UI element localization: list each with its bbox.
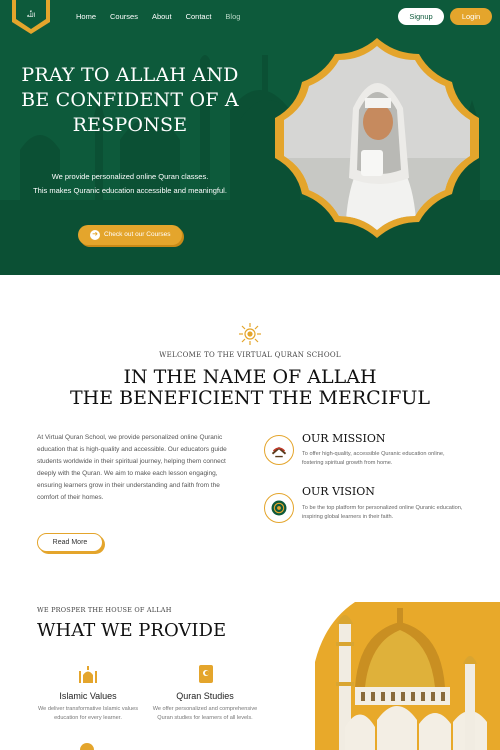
logo[interactable]: اللّٰه — [10, 0, 52, 34]
nav-courses[interactable]: Courses — [110, 12, 138, 21]
hero-title: PRAY TO ALLAH AND BE CONFIDENT OF A RESP… — [21, 64, 239, 136]
mosque-icon — [79, 666, 97, 683]
provide-kicker: WE PROSPER THE HOUSE OF ALLAH — [37, 606, 172, 614]
islamic-emblem-icon — [264, 493, 294, 523]
check-courses-label: Check out our Courses — [104, 231, 171, 238]
partial-service-icon — [80, 743, 94, 750]
hero-section: اللّٰه Home Courses About Contact Blog S… — [0, 0, 500, 275]
welcome-title-line-2: THE BENEFICIENT THE MERCIFUL — [69, 387, 431, 409]
vision-text: To be the top platform for personalized … — [302, 505, 463, 520]
provide-title: WHAT WE PROVIDE — [37, 620, 227, 641]
nav-contact[interactable]: Contact — [186, 12, 212, 21]
mission-title: OUR MISSION — [302, 432, 386, 445]
logo-text: اللّٰه — [27, 10, 36, 19]
service-title-quran-studies: Quran Studies — [176, 691, 234, 701]
arrow-right-icon: ➜ — [90, 230, 100, 240]
vision-title: OUR VISION — [302, 485, 375, 498]
service-text-quran-studies: We offer personalized and comprehensive … — [152, 706, 258, 721]
service-text-islamic-values: We deliver transformative Islamic values… — [38, 706, 138, 721]
top-navigation: اللّٰه Home Courses About Contact Blog S… — [0, 0, 500, 34]
login-button[interactable]: Login — [450, 8, 492, 25]
nav-links: Home Courses About Contact Blog — [76, 12, 254, 21]
quran-stand-icon — [264, 435, 294, 465]
hero-portrait-frame — [275, 38, 479, 238]
welcome-title-line-1: IN THE NAME OF ALLAH — [123, 366, 377, 388]
hero-subtitle-line-1: We provide personalized online Quran cla… — [51, 172, 209, 181]
nav-about[interactable]: About — [152, 12, 172, 21]
intro-paragraph: At Virtual Quran School, we provide pers… — [37, 434, 227, 501]
signup-button[interactable]: Signup — [398, 8, 444, 25]
golden-mosque-illustration — [315, 602, 500, 750]
sun-ornament-icon — [239, 323, 261, 345]
service-title-islamic-values: Islamic Values — [59, 691, 117, 701]
read-more-button[interactable]: Read More — [37, 533, 103, 552]
welcome-title: IN THE NAME OF ALLAH THE BENEFICIENT THE… — [0, 367, 500, 409]
nav-home[interactable]: Home — [76, 12, 96, 21]
quran-book-icon — [199, 665, 213, 683]
nav-blog[interactable]: Blog — [225, 12, 240, 21]
mission-text: To offer high-quality, accessible Qurani… — [302, 451, 445, 466]
hero-subtitle: We provide personalized online Quran cla… — [10, 170, 250, 198]
hero-subtitle-line-2: This makes Quranic education accessible … — [33, 186, 227, 195]
welcome-kicker: WELCOME TO THE VIRTUAL QURAN SCHOOL — [159, 351, 341, 359]
check-courses-button[interactable]: ➜ Check out our Courses — [78, 225, 182, 245]
